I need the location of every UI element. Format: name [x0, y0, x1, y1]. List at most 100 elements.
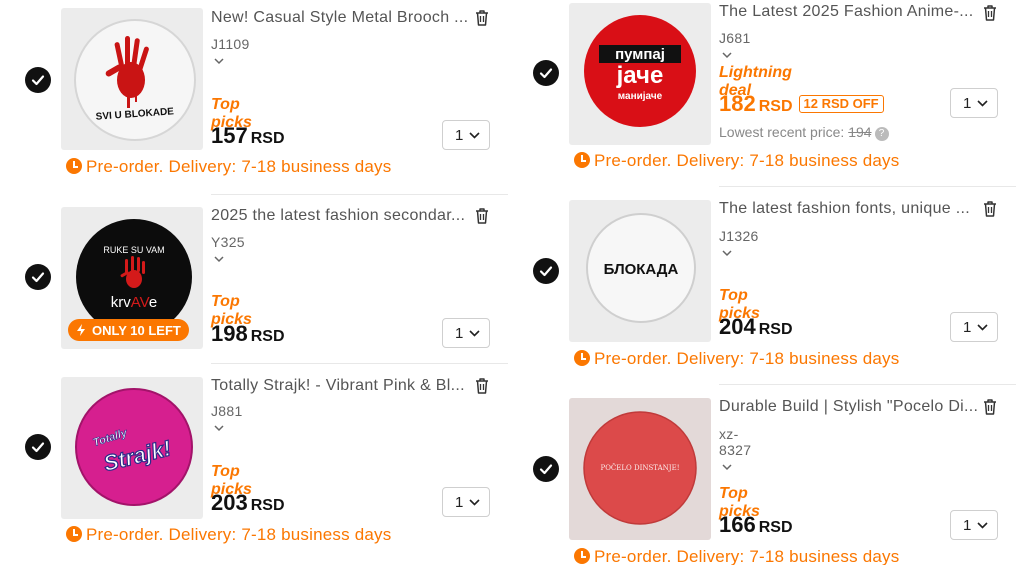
delivery-info: Pre-order. Delivery: 7-18 business days — [574, 349, 899, 369]
discount-badge: 12 RSD OFF — [798, 95, 884, 113]
clock-icon — [574, 152, 590, 168]
selected-checkbox[interactable] — [25, 67, 51, 93]
price: 198 RSD — [211, 321, 285, 347]
delivery-text: Pre-order. Delivery: 7-18 business days — [594, 349, 900, 368]
checkmark-icon — [31, 442, 45, 453]
sku-label: J1326 — [719, 228, 759, 244]
currency: RSD — [250, 328, 285, 345]
price: 157 RSD — [211, 123, 285, 149]
quantity-select[interactable]: 1 — [442, 318, 490, 348]
flash-icon — [77, 324, 85, 336]
currency: RSD — [758, 519, 793, 536]
chevron-down-icon — [977, 323, 988, 331]
image-caption: јаче — [616, 62, 664, 89]
sku-selector[interactable]: xz-8327 — [719, 426, 751, 474]
price: 166 RSD — [719, 512, 793, 538]
divider — [719, 384, 1016, 385]
product-image[interactable]: Totally Strajk! — [61, 377, 203, 519]
price: 182 RSD 12 RSD OFF — [719, 91, 884, 117]
price-value: 166 — [719, 512, 756, 537]
badge-text: ONLY 10 LEFT — [92, 322, 181, 338]
image-caption: пумпај — [615, 46, 665, 63]
price-value: 198 — [211, 321, 248, 346]
selected-checkbox[interactable] — [533, 456, 559, 482]
delivery-text: Pre-order. Delivery: 7-18 business days — [86, 157, 392, 176]
sku-selector[interactable]: J681 — [719, 30, 751, 62]
product-image[interactable]: SVI U BLOKADE — [61, 8, 203, 150]
image-caption: RUKE SU VAM — [103, 245, 164, 255]
trash-icon[interactable] — [980, 199, 1000, 219]
checkmark-icon — [539, 464, 553, 475]
trash-icon[interactable] — [980, 397, 1000, 417]
product-image[interactable]: POČELO DINSTANJE! — [569, 398, 711, 540]
product-title[interactable]: 2025 the latest fashion secondar... — [211, 207, 467, 225]
price: 204 RSD — [719, 314, 793, 340]
chevron-down-icon — [469, 131, 480, 139]
delivery-info: Pre-order. Delivery: 7-18 business days — [574, 547, 899, 565]
image-caption: krvAVe — [111, 294, 157, 311]
chevron-down-icon — [214, 250, 224, 266]
sku-selector[interactable]: J881 — [211, 403, 243, 435]
stock-badge: ONLY 10 LEFT — [68, 319, 189, 341]
quantity-select[interactable]: 1 — [442, 487, 490, 517]
trash-icon[interactable] — [472, 376, 492, 396]
currency: RSD — [250, 130, 285, 147]
delivery-text: Pre-order. Delivery: 7-18 business days — [594, 547, 900, 565]
product-title[interactable]: Durable Build | Stylish "Pocelo Di... — [719, 398, 977, 416]
checkmark-icon — [539, 266, 553, 277]
product-title[interactable]: New! Casual Style Metal Brooch ... — [211, 9, 467, 27]
currency: RSD — [250, 497, 285, 514]
divider — [211, 194, 508, 195]
quantity-select[interactable]: 1 — [950, 312, 998, 342]
quantity-select[interactable]: 1 — [950, 88, 998, 118]
sku-label: Y325 — [211, 234, 245, 250]
chevron-down-icon — [214, 419, 224, 435]
lowest-price-value: 194 — [848, 124, 872, 140]
sku-selector[interactable]: Y325 — [211, 234, 245, 266]
price-value: 203 — [211, 490, 248, 515]
product-image[interactable]: БЛОКАДА — [569, 200, 711, 342]
clock-icon — [574, 350, 590, 366]
trash-icon[interactable] — [472, 8, 492, 28]
product-image[interactable]: пумпај јаче манијаче — [569, 3, 711, 145]
checkmark-icon — [539, 68, 553, 79]
chevron-down-icon — [977, 521, 988, 529]
chevron-down-icon — [977, 99, 988, 107]
image-caption: манијаче — [618, 91, 663, 102]
selected-checkbox[interactable] — [533, 60, 559, 86]
trash-icon[interactable] — [980, 3, 1000, 23]
image-caption: POČELO DINSTANJE! — [600, 463, 679, 472]
quantity-select[interactable]: 1 — [950, 510, 998, 540]
sku-selector[interactable]: J1326 — [719, 228, 759, 260]
sku-label: J881 — [211, 403, 243, 419]
lowest-price-label: Lowest recent price: — [719, 124, 845, 140]
quantity-value: 1 — [963, 318, 972, 336]
sku-selector[interactable]: J1109 — [211, 36, 250, 68]
sku-label: J681 — [719, 30, 751, 46]
selected-checkbox[interactable] — [533, 258, 559, 284]
delivery-info: Pre-order. Delivery: 7-18 business days — [66, 157, 391, 177]
delivery-text: Pre-order. Delivery: 7-18 business days — [86, 525, 392, 544]
product-title[interactable]: The latest fashion fonts, unique ... — [719, 200, 977, 218]
product-title[interactable]: The Latest 2025 Fashion Anime-... — [719, 3, 977, 21]
currency: RSD — [758, 321, 793, 338]
clock-icon — [66, 158, 82, 174]
product-title[interactable]: Totally Strajk! - Vibrant Pink & Bl... — [211, 377, 467, 395]
quantity-value: 1 — [455, 324, 464, 342]
price-value: 157 — [211, 123, 248, 148]
checkmark-icon — [31, 272, 45, 283]
chevron-down-icon — [722, 244, 732, 260]
price-value: 204 — [719, 314, 756, 339]
selected-checkbox[interactable] — [25, 434, 51, 460]
quantity-select[interactable]: 1 — [442, 120, 490, 150]
selected-checkbox[interactable] — [25, 264, 51, 290]
chevron-down-icon — [469, 498, 480, 506]
price: 203 RSD — [211, 490, 285, 516]
image-caption: БЛОКАДА — [604, 261, 679, 278]
clock-icon — [66, 526, 82, 542]
divider — [719, 186, 1016, 187]
help-icon[interactable]: ? — [874, 127, 889, 141]
trash-icon[interactable] — [472, 206, 492, 226]
chevron-down-icon — [469, 329, 480, 337]
chevron-down-icon — [214, 52, 224, 68]
